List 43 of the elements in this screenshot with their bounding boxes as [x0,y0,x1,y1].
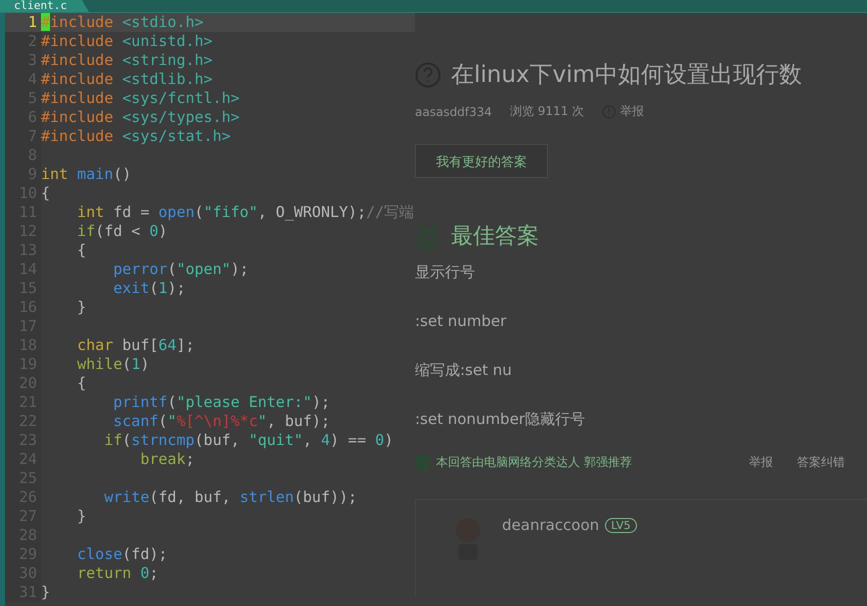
answerer-name[interactable]: deanraccoon [502,516,600,534]
code-line: } [76,298,86,317]
code-line: while(1) [76,355,150,374]
code-line: #include <sys/stat.h> [41,127,231,146]
code-line: return 0; [76,564,158,583]
report-link[interactable]: 举报 [620,103,644,120]
answer-action-link[interactable]: 举报 [749,454,773,471]
code-line: exit(1); [112,279,186,298]
question-title: 在linux下vim中如何设置出现行数 [451,61,802,90]
code-line: #include <sys/types.h> [41,108,240,127]
code-line: perror("open"); [112,260,249,279]
code-line: printf("please Enter:"); [112,393,330,412]
best-answer-heading: 最佳答案 [451,223,539,251]
author-name[interactable]: aasasddf334 [415,104,492,118]
code-line: #include <string.h> [41,51,213,70]
code-line: } [76,507,86,526]
better-answer-button[interactable]: 我有更好的答案 [415,144,548,178]
answer-text: :set nonumber隐藏行号 [415,409,586,429]
code-line: break; [139,450,195,469]
code-line: { [76,241,86,260]
code-line: #include <unistd.h> [41,32,213,51]
answer-action-link[interactable]: 答案纠错 [797,454,845,471]
answer-text: :set number [415,311,508,331]
code-line: scanf("%[^\n]%*c", buf); [112,412,330,431]
answer-text: 缩写成:set nu [415,360,513,380]
file-tab[interactable]: client.c [0,0,89,12]
code-line: write(fd, buf, strlen(buf)); [103,488,358,507]
code-line: int fd = open("fifo", O_WRONLY);//写端 [76,203,414,222]
code-line: close(fd); [76,545,168,564]
view-count: 浏览 9111 次 [510,103,584,120]
code-line: #include <sys/fcntl.h> [41,89,240,108]
code-line: char buf[64]; [76,336,195,355]
code-line: } [41,583,50,602]
code-line: #include <stdio.h> [41,13,204,32]
code-line: int main() [41,165,132,184]
answer-text: 显示行号 [415,262,476,282]
level-badge: LV5 [605,518,637,532]
code-line: #include <stdlib.h> [41,70,213,89]
code-line: { [41,184,50,203]
code-line: { [76,374,86,393]
recommendation-note: 本回答由电脑网络分类达人 郭强推荐 [436,454,632,471]
code-line: if(strncmp(buf, "quit", 4) == 0) [103,431,394,450]
code-line: if(fd < 0) [76,222,168,241]
